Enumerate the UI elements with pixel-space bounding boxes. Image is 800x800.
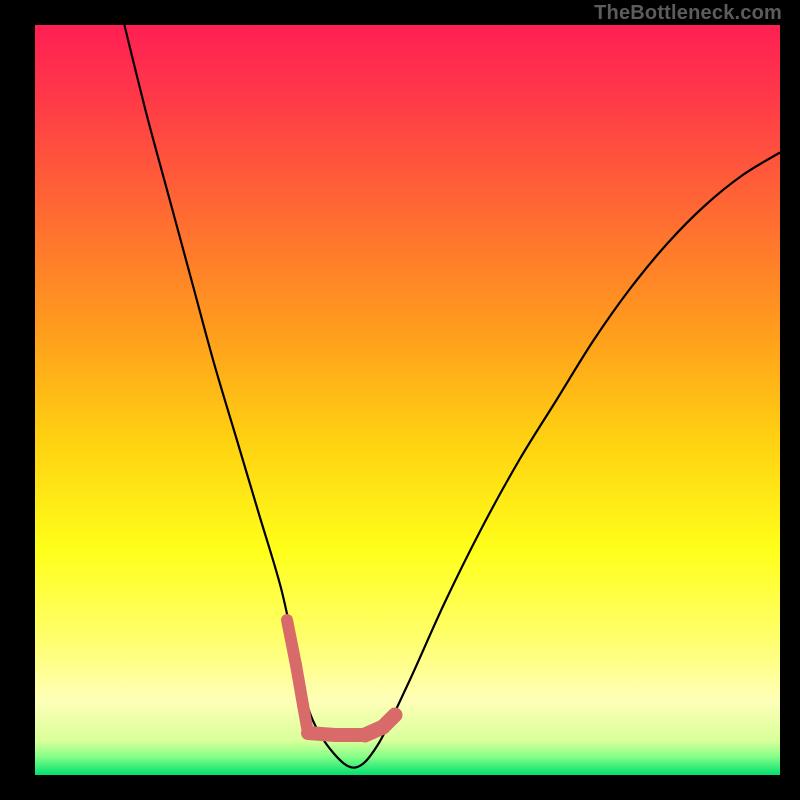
bottleneck-highlight-segment: [296, 665, 303, 705]
bottleneck-highlight-segment: [383, 715, 395, 727]
watermark-text: TheBottleneck.com: [594, 2, 782, 25]
bottleneck-curve: [124, 25, 780, 768]
curve-layer: [35, 25, 780, 775]
chart-frame: TheBottleneck.com: [0, 0, 800, 800]
bottleneck-highlight-segment: [287, 620, 296, 665]
